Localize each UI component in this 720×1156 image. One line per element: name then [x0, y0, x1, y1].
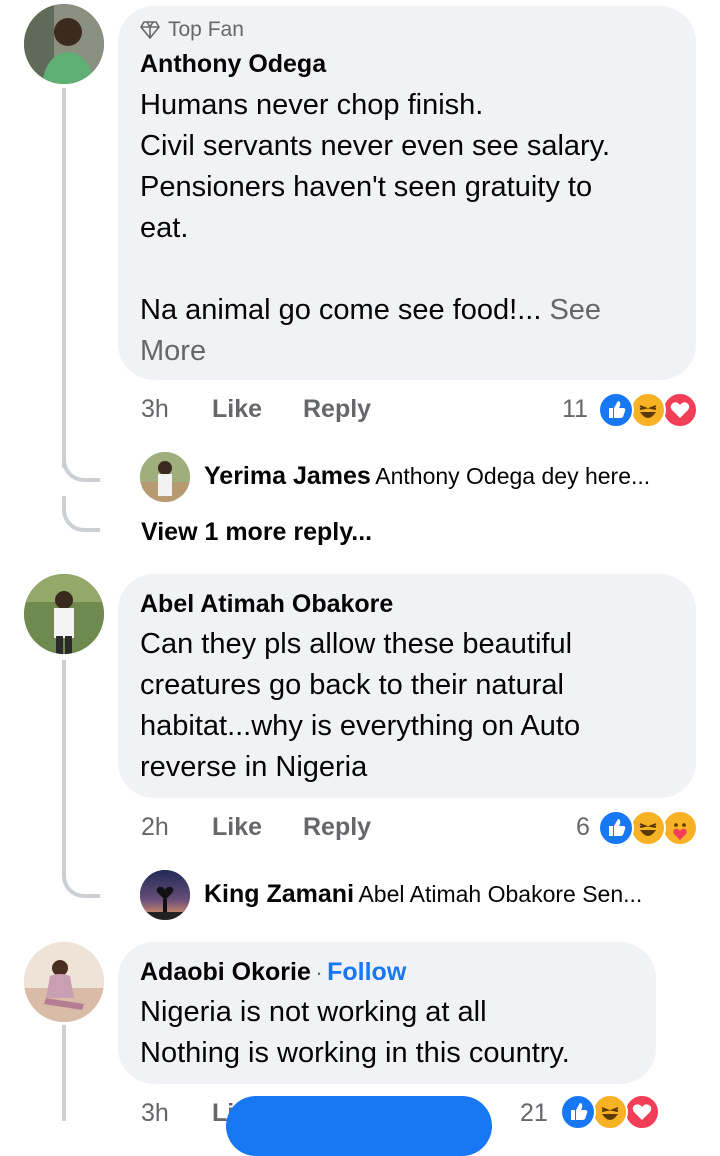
comment-timestamp: 3h	[141, 395, 169, 423]
like-button[interactable]: Like	[212, 813, 262, 842]
comment-bubble-2: Abel Atimah Obakore Can they pls allow t…	[118, 574, 696, 798]
love-reaction-icon	[662, 392, 698, 428]
thread-line-2	[62, 660, 66, 870]
reply-snippet: Abel Atimah Obakore Sen...	[358, 881, 643, 907]
see-more-link-cont[interactable]: More	[140, 331, 680, 372]
comment-header: Adaobi Okorie · Follow	[140, 958, 406, 987]
reply-button[interactable]: Reply	[303, 813, 371, 842]
like-reaction-icon	[598, 392, 634, 428]
thread-branch-reply-1	[62, 440, 100, 482]
haha-reaction-icon	[592, 1094, 628, 1130]
thread-line-3	[62, 1025, 66, 1121]
comment-line: Humans never chop finish.	[140, 89, 484, 121]
comment-line: Can they pls allow these beautiful	[140, 628, 573, 660]
comment-line: reverse in Nigeria	[140, 751, 368, 783]
like-reaction-icon	[598, 810, 634, 846]
see-more-link[interactable]: See	[549, 294, 601, 326]
follow-button[interactable]: Follow	[327, 958, 406, 986]
avatar-king-zamani[interactable]	[140, 870, 190, 920]
reaction-count[interactable]: 11	[562, 395, 588, 424]
comment-line: Civil servants never even see salary.	[140, 130, 611, 162]
care-reaction-icon	[662, 810, 698, 846]
comment-line: creatures go back to their natural	[140, 669, 564, 701]
reply-preview[interactable]: Yerima James Anthony Odega dey here...	[204, 462, 650, 491]
avatar-abel-atimah-obakore[interactable]	[24, 574, 104, 654]
reply-author: King Zamani	[204, 880, 355, 908]
thread-branch-reply-2	[62, 860, 100, 898]
comment-text: Nigeria is not working at all Nothing is…	[140, 992, 650, 1074]
like-reaction-icon	[560, 1094, 596, 1130]
comment-line: Nigeria is not working at all	[140, 996, 487, 1028]
reply-preview[interactable]: King Zamani Abel Atimah Obakore Sen...	[204, 880, 642, 909]
comment-line: Na animal go come see food!...	[140, 294, 542, 326]
love-reaction-icon	[624, 1094, 660, 1130]
reply-snippet: Anthony Odega dey here...	[375, 463, 651, 489]
comment-timestamp: 3h	[141, 1099, 169, 1127]
top-fan-badge: Top Fan	[140, 18, 244, 42]
avatar-yerima-james[interactable]	[140, 452, 190, 502]
reply-button[interactable]: Reply	[303, 395, 371, 424]
separator-dot: ·	[315, 960, 323, 985]
thread-branch-view-more	[62, 496, 100, 532]
reaction-count[interactable]: 6	[576, 813, 590, 842]
reply-author: Yerima James	[204, 462, 371, 490]
comment-line: habitat...why is everything on Auto	[140, 710, 581, 742]
comment-line: Nothing is working in this country.	[140, 1037, 570, 1069]
comment-line: Pensioners haven't seen gratuity to	[140, 171, 593, 203]
comment-author[interactable]: Abel Atimah Obakore	[140, 590, 393, 619]
thread-line-1	[62, 88, 66, 468]
comment-line: eat.	[140, 212, 189, 244]
like-button[interactable]: Like	[212, 395, 262, 424]
top-fan-label: Top Fan	[168, 18, 244, 41]
comment-bubble-3: Adaobi Okorie · Follow Nigeria is not wo…	[118, 942, 656, 1084]
view-more-replies-link[interactable]: View 1 more reply...	[141, 518, 372, 547]
comment-bubble-1: Top Fan Anthony Odega Humans never chop …	[118, 6, 696, 380]
comment-author[interactable]: Adaobi Okorie	[140, 958, 311, 986]
comment-timestamp: 2h	[141, 813, 169, 841]
comment-text: Can they pls allow these beautiful creat…	[140, 624, 680, 788]
comment-author[interactable]: Anthony Odega	[140, 50, 326, 79]
avatar-adaobi-okorie[interactable]	[24, 942, 104, 1022]
avatar-anthony-odega[interactable]	[24, 4, 104, 84]
reaction-count[interactable]: 21	[520, 1099, 548, 1128]
haha-reaction-icon	[630, 810, 666, 846]
haha-reaction-icon	[630, 392, 666, 428]
new-comments-pill[interactable]	[226, 1096, 492, 1156]
comment-text: Humans never chop finish. Civil servants…	[140, 85, 680, 372]
diamond-icon	[140, 21, 160, 39]
